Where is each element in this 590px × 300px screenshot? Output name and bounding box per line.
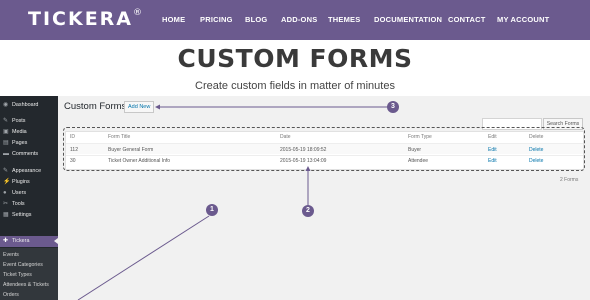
- dashboard-icon: ◉: [3, 102, 9, 108]
- highlight-box: [63, 127, 585, 171]
- sidebar-item-users[interactable]: ● Users: [0, 188, 58, 199]
- nav-documentation[interactable]: DOCUMENTATION: [374, 15, 442, 24]
- sidebar-item-plugins[interactable]: ⚡ Plugins: [0, 177, 58, 188]
- sidebar-item-settings[interactable]: ▦ Settings: [0, 210, 58, 221]
- annotation-badge-3: 3: [387, 101, 399, 113]
- sidebar-item-dashboard[interactable]: ◉ Dashboard: [0, 100, 58, 111]
- settings-icon: ▦: [3, 212, 9, 218]
- users-icon: ●: [3, 190, 7, 196]
- submenu-orders[interactable]: Orders: [3, 292, 19, 298]
- tickera-logo[interactable]: TICKERA®: [28, 8, 142, 30]
- site-header: TICKERA® HOME PRICING BLOG ADD-ONS THEME…: [0, 0, 590, 40]
- add-new-button[interactable]: Add New: [124, 101, 155, 113]
- submenu-event-categories[interactable]: Event Categories: [3, 262, 43, 268]
- pin-icon: ✎: [3, 118, 9, 124]
- hero-title: CUSTOM FORMS: [177, 44, 413, 73]
- page-title: Custom Forms: [64, 101, 127, 112]
- tickera-submenu: Events Event Categories Ticket Types Att…: [0, 248, 58, 300]
- media-icon: ▣: [3, 129, 9, 135]
- wrench-icon: ✂: [3, 201, 9, 207]
- sidebar-item-posts[interactable]: ✎ Posts: [0, 116, 58, 127]
- sidebar-item-pages[interactable]: ▤ Pages: [0, 138, 58, 149]
- sidebar-item-tools[interactable]: ✂ Tools: [0, 199, 58, 210]
- nav-themes[interactable]: THEMES: [328, 15, 360, 24]
- hero-subtitle: Create custom fields in matter of minute…: [195, 80, 395, 92]
- brush-icon: ✎: [3, 168, 9, 174]
- nav-add-ons[interactable]: ADD-ONS: [281, 15, 317, 24]
- submenu-events[interactable]: Events: [3, 252, 19, 258]
- pages-icon: ▤: [3, 140, 9, 146]
- annotation-badge-1: 1: [206, 204, 218, 216]
- sidebar-item-media[interactable]: ▣ Media: [0, 127, 58, 138]
- nav-home[interactable]: HOME: [162, 15, 185, 24]
- annotation-badge-2: 2: [302, 205, 314, 217]
- comments-icon: ▬: [3, 151, 9, 157]
- nav-pricing[interactable]: PRICING: [200, 15, 233, 24]
- plugin-icon: ⚡: [3, 179, 11, 185]
- nav-my-account[interactable]: MY ACCOUNT: [497, 15, 549, 24]
- sidebar-item-tickera[interactable]: ✚ Tickera: [0, 236, 58, 247]
- forms-count: 2 Forms: [560, 177, 579, 183]
- nav-contact[interactable]: CONTACT: [448, 15, 486, 24]
- sidebar-item-comments[interactable]: ▬ Comments: [0, 149, 58, 160]
- sidebar-item-appearance[interactable]: ✎ Appearance: [0, 166, 58, 177]
- submenu-attendees-tickets[interactable]: Attendees & Tickets: [3, 282, 49, 288]
- ticket-icon: ✚: [3, 238, 9, 244]
- nav-blog[interactable]: BLOG: [245, 15, 267, 24]
- submenu-ticket-types[interactable]: Ticket Types: [3, 272, 32, 278]
